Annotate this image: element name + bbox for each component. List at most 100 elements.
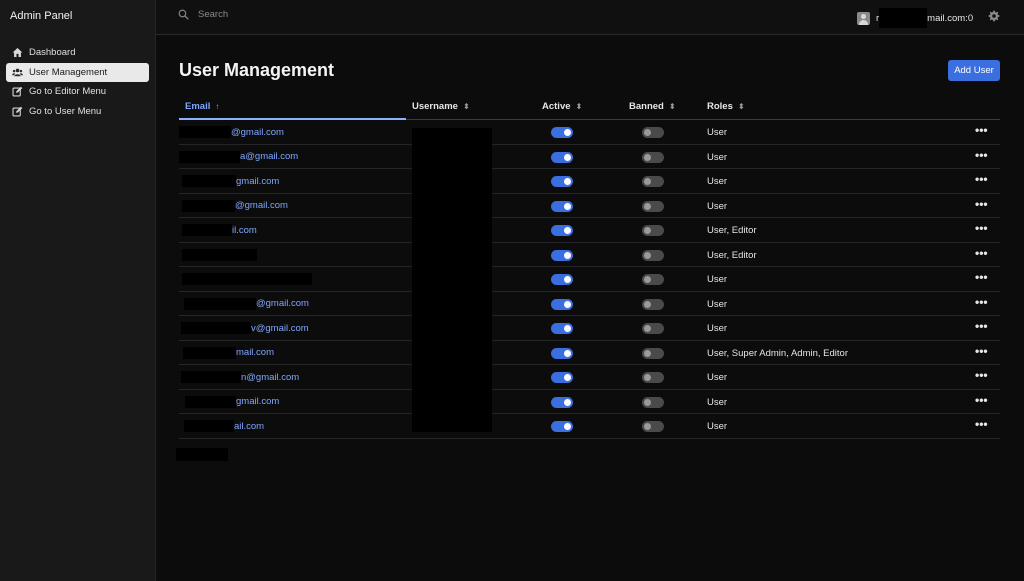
redacted-block [184, 297, 256, 310]
active-toggle[interactable] [551, 347, 573, 359]
active-toggle[interactable] [551, 200, 573, 212]
user-account[interactable]: r mail.com:0 [857, 8, 973, 28]
email-cell[interactable]: gmail.com [179, 395, 280, 408]
more-actions-icon[interactable]: ••• [975, 221, 988, 235]
table-body: @gmail.com User ••• a@gmail.com User •••… [179, 120, 1000, 439]
active-toggle[interactable] [551, 225, 573, 236]
table-header: Email ↑ Username ⬍ Active ⬍ Banned ⬍ Rol… [179, 95, 1000, 120]
banned-toggle[interactable] [642, 225, 664, 236]
more-actions-icon[interactable]: ••• [975, 270, 988, 284]
search-input[interactable] [198, 9, 398, 20]
more-actions-icon[interactable]: ••• [975, 393, 988, 407]
column-header-label: Username [412, 101, 458, 112]
banned-toggle[interactable] [642, 176, 664, 187]
email-cell[interactable]: @gmail.com [179, 297, 309, 310]
table-row: il.com User, Editor ••• [179, 218, 1000, 243]
banned-toggle[interactable] [642, 249, 664, 261]
email-text: gmail.com [236, 175, 280, 187]
email-cell[interactable] [179, 273, 312, 285]
redacted-block [179, 150, 240, 163]
more-actions-icon[interactable]: ••• [975, 417, 988, 431]
table-row: gmail.com User ••• [179, 169, 1000, 194]
banned-toggle[interactable] [642, 396, 664, 408]
more-actions-icon[interactable]: ••• [975, 148, 988, 162]
column-header-email[interactable]: Email ↑ [185, 101, 219, 112]
user-email-suffix: mail.com:0 [927, 12, 974, 24]
active-toggle[interactable] [551, 396, 573, 408]
roles-cell: User [707, 298, 728, 310]
sort-icon: ⬍ [737, 101, 745, 111]
more-actions-icon[interactable]: ••• [975, 368, 988, 382]
banned-toggle[interactable] [642, 323, 664, 334]
table-row: n@gmail.com User ••• [179, 365, 1000, 390]
redacted-block [182, 199, 235, 212]
redacted-block [183, 346, 236, 359]
banned-toggle[interactable] [642, 347, 664, 359]
banned-toggle[interactable] [642, 127, 664, 138]
more-actions-icon[interactable]: ••• [975, 319, 988, 333]
page-title: User Management [179, 60, 335, 80]
roles-cell: User [707, 151, 728, 163]
banned-toggle[interactable] [642, 421, 664, 432]
active-toggle[interactable] [551, 421, 573, 432]
user-email: r mail.com:0 [876, 8, 973, 28]
active-toggle[interactable] [551, 274, 573, 285]
sidebar-item-label: User Management [29, 66, 108, 78]
more-actions-icon[interactable]: ••• [975, 246, 988, 260]
redacted-block [181, 371, 241, 383]
edit-icon [11, 86, 23, 98]
roles-cell: User [707, 323, 728, 334]
sidebar-item-label: Go to User Menu [29, 105, 102, 117]
table-row: v@gmail.com User ••• [179, 316, 1000, 341]
email-text: @gmail.com [256, 298, 309, 309]
email-text: v@gmail.com [251, 322, 309, 334]
banned-toggle[interactable] [642, 200, 664, 212]
active-toggle[interactable] [551, 176, 573, 187]
email-text: gmail.com [236, 396, 280, 407]
add-user-button[interactable]: Add User [948, 60, 1000, 81]
sidebar-item-dashboard[interactable]: Dashboard [6, 43, 149, 62]
gear-icon[interactable] [988, 10, 1000, 22]
email-cell[interactable]: ail.com [179, 420, 264, 432]
email-text: mail.com [236, 347, 275, 358]
active-toggle[interactable] [551, 249, 573, 261]
table-row: @gmail.com User ••• [179, 194, 1000, 218]
email-cell[interactable]: n@gmail.com [179, 371, 299, 383]
active-toggle[interactable] [551, 323, 573, 334]
redacted-block [184, 420, 234, 432]
more-actions-icon[interactable]: ••• [975, 172, 988, 186]
sort-icon: ⬍ [668, 101, 676, 111]
email-text: il.com [232, 224, 257, 236]
users-table: Email ↑ Username ⬍ Active ⬍ Banned ⬍ Rol… [179, 95, 1000, 439]
column-header-banned[interactable]: Banned ⬍ [629, 101, 676, 112]
active-toggle[interactable] [551, 127, 573, 138]
email-cell[interactable]: a@gmail.com [179, 150, 298, 163]
email-cell[interactable]: @gmail.com [179, 126, 284, 138]
sidebar-item-user-management[interactable]: User Management [6, 62, 149, 82]
sort-icon: ⬍ [462, 101, 470, 111]
banned-toggle[interactable] [642, 298, 664, 310]
banned-toggle[interactable] [642, 274, 664, 285]
banned-toggle[interactable] [642, 151, 664, 163]
more-actions-icon[interactable]: ••• [975, 123, 988, 137]
banned-toggle[interactable] [642, 372, 664, 383]
more-actions-icon[interactable]: ••• [975, 344, 988, 358]
active-toggle[interactable] [551, 372, 573, 383]
sidebar-item-editor-menu[interactable]: Go to Editor Menu [6, 82, 149, 101]
email-cell[interactable] [179, 248, 257, 261]
column-header-active[interactable]: Active ⬍ [542, 101, 582, 112]
email-cell[interactable]: mail.com [179, 346, 275, 359]
sidebar-item-user-menu[interactable]: Go to User Menu [6, 102, 149, 121]
column-header-roles[interactable]: Roles ⬍ [707, 101, 745, 112]
more-actions-icon[interactable]: ••• [975, 295, 988, 309]
email-cell[interactable]: gmail.com [179, 175, 279, 187]
email-cell[interactable]: @gmail.com [179, 199, 288, 212]
email-cell[interactable]: il.com [179, 224, 257, 236]
users-icon [11, 66, 23, 78]
more-actions-icon[interactable]: ••• [975, 197, 988, 211]
active-toggle[interactable] [551, 298, 573, 310]
email-cell[interactable]: v@gmail.com [179, 322, 309, 334]
column-header-username[interactable]: Username ⬍ [412, 101, 470, 112]
column-header-label: Roles [707, 101, 733, 112]
active-toggle[interactable] [551, 151, 573, 163]
